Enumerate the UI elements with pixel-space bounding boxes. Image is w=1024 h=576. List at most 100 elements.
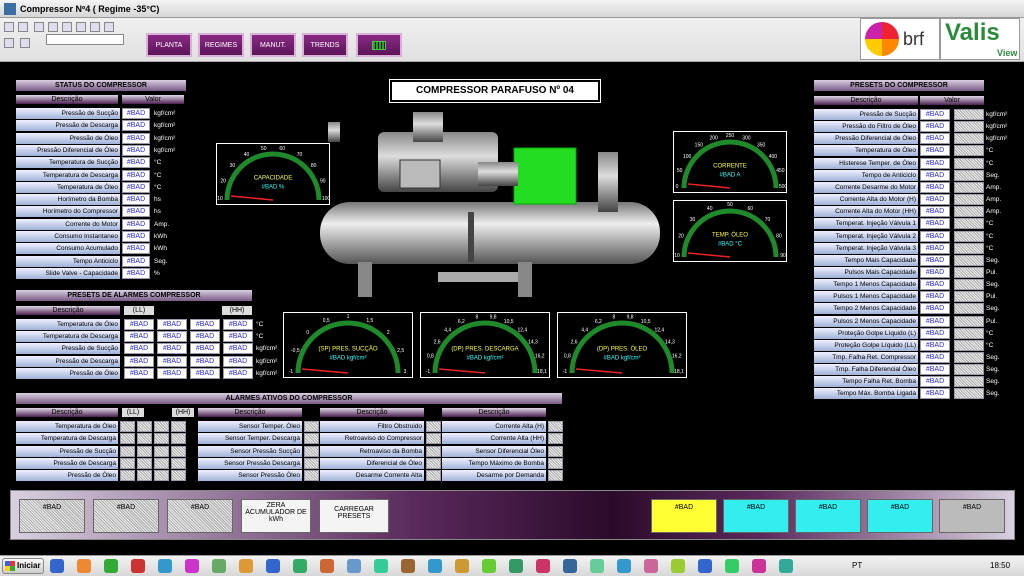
- taskbar-app-icon[interactable]: [698, 559, 712, 573]
- taskbar-app-icon[interactable]: [536, 559, 550, 573]
- presets-input[interactable]: [954, 279, 984, 291]
- presets-input[interactable]: [954, 194, 984, 206]
- regimes-button[interactable]: REGIMES: [198, 33, 244, 57]
- taskbar-app-icon[interactable]: [131, 559, 145, 573]
- taskbar-app-icon[interactable]: [320, 559, 334, 573]
- taskbar-app-icon[interactable]: [104, 559, 118, 573]
- taskbar-app-icon[interactable]: [509, 559, 523, 573]
- presets-alarm-value[interactable]: #BAD: [124, 343, 154, 355]
- taskbar-app-icon[interactable]: [482, 559, 496, 573]
- back-icon[interactable]: [4, 22, 14, 32]
- presets-input[interactable]: [954, 218, 984, 230]
- gauge-tick-label: 350: [757, 143, 766, 149]
- taskbar-app-icon[interactable]: [50, 559, 64, 573]
- presets-alarm-value[interactable]: #BAD: [190, 355, 220, 367]
- presets-input[interactable]: [954, 181, 984, 193]
- presets-input[interactable]: [954, 339, 984, 351]
- presets-input[interactable]: [954, 169, 984, 181]
- taskbar-app-icon[interactable]: [671, 559, 685, 573]
- taskbar-app-icon[interactable]: [212, 559, 226, 573]
- presets-alarm-value[interactable]: #BAD: [124, 355, 154, 367]
- presets-input[interactable]: [954, 254, 984, 266]
- print-icon[interactable]: [4, 38, 14, 48]
- presets-input[interactable]: [954, 303, 984, 315]
- presets-alarm-value[interactable]: #BAD: [157, 355, 187, 367]
- nav-next-icon[interactable]: [76, 22, 86, 32]
- presets-input[interactable]: [954, 109, 984, 120]
- presets-alarm-value[interactable]: #BAD: [124, 331, 154, 343]
- presets-alarm-value[interactable]: #BAD: [223, 367, 253, 379]
- presets-alarm-value[interactable]: #BAD: [223, 331, 253, 343]
- taskbar-app-icon[interactable]: [185, 559, 199, 573]
- presets-alarm-value[interactable]: #BAD: [157, 367, 187, 379]
- presets-input[interactable]: [954, 145, 984, 157]
- presets-input[interactable]: [954, 133, 984, 145]
- trends-button[interactable]: TRENDS: [302, 33, 348, 57]
- presets-input[interactable]: [954, 157, 984, 169]
- presets-alarm-value[interactable]: #BAD: [157, 331, 187, 343]
- brf-logo-text: brf: [903, 29, 925, 49]
- taskbar-app-icon[interactable]: [239, 559, 253, 573]
- taskbar-app-icon[interactable]: [293, 559, 307, 573]
- start-button[interactable]: Iniciar: [2, 558, 44, 574]
- presets-alarm-value[interactable]: #BAD: [157, 319, 187, 330]
- taskbar-app-icon[interactable]: [401, 559, 415, 573]
- taskbar-app-icon[interactable]: [374, 559, 388, 573]
- carregar-presets-button[interactable]: CARREGAR PRESETS: [319, 499, 389, 533]
- taskbar-app-icon[interactable]: [158, 559, 172, 573]
- taskbar-app-icon[interactable]: [347, 559, 361, 573]
- presets-input[interactable]: [954, 376, 984, 388]
- address-input[interactable]: [46, 34, 124, 45]
- presets-alarm-unit: °C: [256, 321, 264, 328]
- taskbar-app-icon[interactable]: [644, 559, 658, 573]
- presets-input[interactable]: [954, 388, 984, 400]
- presets-alarm-value[interactable]: #BAD: [223, 343, 253, 355]
- taskbar-app-icon[interactable]: [266, 559, 280, 573]
- presets-input[interactable]: [954, 315, 984, 327]
- taskbar-app-icon[interactable]: [725, 559, 739, 573]
- taskbar-app-icon[interactable]: [77, 559, 91, 573]
- taskbar-app-icon[interactable]: [617, 559, 631, 573]
- forward-icon[interactable]: [18, 22, 28, 32]
- presets-input[interactable]: [954, 352, 984, 363]
- planta-button[interactable]: PLANTA: [146, 33, 192, 57]
- status-unit: °C: [154, 159, 162, 167]
- status-unit: Seg.: [154, 257, 168, 265]
- presets-input[interactable]: [954, 242, 984, 254]
- presets-input[interactable]: [954, 364, 984, 376]
- presets-input[interactable]: [954, 121, 984, 133]
- chart-button[interactable]: [356, 33, 402, 57]
- presets-alarm-value[interactable]: #BAD: [223, 355, 253, 367]
- presets-alarm-value[interactable]: #BAD: [124, 367, 154, 379]
- taskbar-app-icon[interactable]: [455, 559, 469, 573]
- taskbar-app-icon[interactable]: [779, 559, 793, 573]
- presets-alarm-value[interactable]: #BAD: [223, 319, 253, 330]
- home-icon[interactable]: [34, 22, 44, 32]
- language-indicator[interactable]: PT: [852, 561, 862, 570]
- taskbar-app-icon[interactable]: [428, 559, 442, 573]
- manut-button[interactable]: MANUT.: [250, 33, 296, 57]
- nav-last-icon[interactable]: [90, 22, 100, 32]
- presets-input[interactable]: [954, 266, 984, 278]
- presets-alarm-value[interactable]: #BAD: [190, 367, 220, 379]
- refresh-icon[interactable]: [104, 22, 114, 32]
- presets-input[interactable]: [954, 327, 984, 339]
- presets-input[interactable]: [954, 291, 984, 303]
- presets-input[interactable]: [954, 230, 984, 242]
- alarm-label: Sensor Temper. Óleo: [198, 421, 302, 432]
- presets-alarm-value[interactable]: #BAD: [190, 319, 220, 330]
- tools-icon[interactable]: [20, 38, 30, 48]
- zera-acumulador-button[interactable]: ZERA ACUMULADOR DE kWh: [241, 499, 311, 533]
- presets-label: Pressão de Sucção: [814, 109, 918, 120]
- presets-alarm-value[interactable]: #BAD: [124, 319, 154, 330]
- gauge-tick-label: 16,2: [672, 354, 682, 360]
- presets-input[interactable]: [954, 206, 984, 218]
- taskbar-app-icon[interactable]: [590, 559, 604, 573]
- nav-prev-icon[interactable]: [62, 22, 72, 32]
- presets-alarm-value[interactable]: #BAD: [190, 343, 220, 355]
- taskbar-app-icon[interactable]: [752, 559, 766, 573]
- nav-first-icon[interactable]: [48, 22, 58, 32]
- taskbar-app-icon[interactable]: [563, 559, 577, 573]
- presets-alarm-value[interactable]: #BAD: [190, 331, 220, 343]
- presets-alarm-value[interactable]: #BAD: [157, 343, 187, 355]
